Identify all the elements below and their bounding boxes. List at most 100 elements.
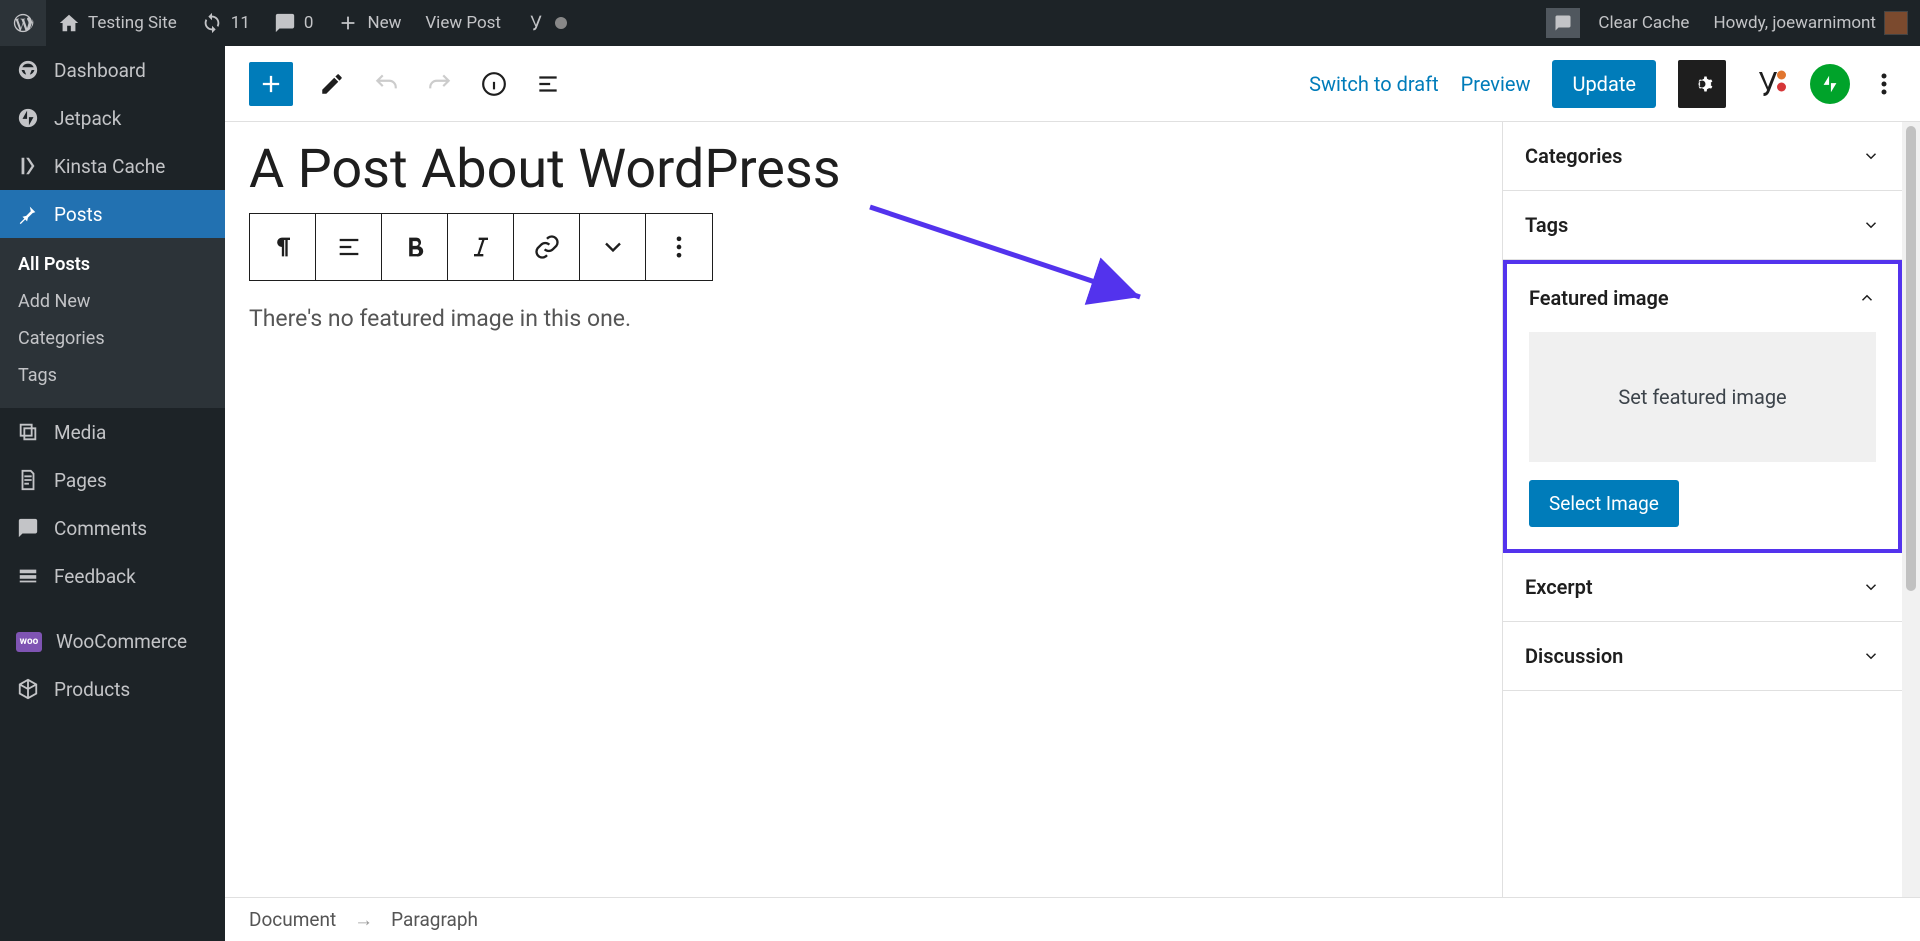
submenu-all-posts[interactable]: All Posts <box>0 246 225 283</box>
site-name-link[interactable]: Testing Site <box>46 0 189 46</box>
editor-main: Switch to draft Preview Update <box>225 46 1920 941</box>
panel-tags: Tags <box>1503 191 1902 260</box>
admin-sidebar: Dashboard Jetpack Kinsta Cache Posts All… <box>0 46 225 941</box>
outer-scrollbar[interactable] <box>1902 122 1920 897</box>
panel-title: Excerpt <box>1525 575 1593 599</box>
submenu-categories[interactable]: Categories <box>0 320 225 357</box>
howdy-label: Howdy, joewarnimont <box>1713 13 1876 33</box>
breadcrumb-arrow-icon: → <box>354 908 373 932</box>
sidebar-item-kinsta[interactable]: Kinsta Cache <box>0 142 225 190</box>
switch-draft-button[interactable]: Switch to draft <box>1309 72 1439 96</box>
yoast-icon <box>525 12 547 34</box>
breadcrumb-paragraph[interactable]: Paragraph <box>391 908 478 931</box>
panel-toggle-excerpt[interactable]: Excerpt <box>1503 553 1902 621</box>
redo-button[interactable] <box>425 69 455 99</box>
chat-icon <box>1554 14 1572 32</box>
panel-toggle-categories[interactable]: Categories <box>1503 122 1902 190</box>
jetpack-button[interactable] <box>1810 64 1850 104</box>
link-button[interactable] <box>514 214 580 280</box>
submenu-tags[interactable]: Tags <box>0 357 225 394</box>
italic-button[interactable] <box>448 214 514 280</box>
status-dot-icon <box>555 12 567 34</box>
sidebar-item-pages[interactable]: Pages <box>0 456 225 504</box>
posts-submenu: All Posts Add New Categories Tags <box>0 238 225 408</box>
panel-toggle-featured-image[interactable]: Featured image <box>1507 264 1898 332</box>
yoast-button[interactable] <box>1748 64 1788 104</box>
avatar <box>1884 11 1908 35</box>
block-toolbar <box>249 213 713 281</box>
new-label: New <box>367 13 401 33</box>
update-count: 11 <box>231 13 250 33</box>
panel-title: Discussion <box>1525 644 1623 668</box>
wp-logo[interactable] <box>0 0 46 46</box>
paragraph-block[interactable]: There's no featured image in this one. <box>249 305 1089 332</box>
wordpress-icon <box>12 12 34 34</box>
sidebar-item-jetpack[interactable]: Jetpack <box>0 94 225 142</box>
panel-title: Categories <box>1525 144 1622 168</box>
sidebar-item-comments[interactable]: Comments <box>0 504 225 552</box>
panel-featured-image: Featured image Set featured image Select… <box>1503 260 1902 553</box>
sidebar-label: Posts <box>54 203 103 226</box>
yoast-adminbar[interactable] <box>513 0 579 46</box>
sidebar-item-products[interactable]: Products <box>0 665 225 713</box>
products-icon <box>16 677 40 701</box>
editor-header: Switch to draft Preview Update <box>225 46 1920 122</box>
site-name: Testing Site <box>88 13 177 33</box>
update-button[interactable]: Update <box>1552 60 1656 108</box>
view-post-link[interactable]: View Post <box>413 0 513 46</box>
outline-button[interactable] <box>533 69 563 99</box>
editor-canvas[interactable]: A Post About WordPress There's no featur… <box>225 122 1502 897</box>
bold-button[interactable] <box>382 214 448 280</box>
clear-cache-label: Clear Cache <box>1598 13 1689 33</box>
jetpack-icon <box>16 106 40 130</box>
panel-toggle-discussion[interactable]: Discussion <box>1503 622 1902 690</box>
edit-mode-button[interactable] <box>317 69 347 99</box>
dashboard-icon <box>16 58 40 82</box>
chevron-down-icon <box>1862 647 1880 665</box>
set-featured-image-button[interactable]: Set featured image <box>1529 332 1876 462</box>
paragraph-block-button[interactable] <box>250 214 316 280</box>
sidebar-label: Feedback <box>54 565 136 588</box>
sidebar-label: Dashboard <box>54 59 146 82</box>
info-button[interactable] <box>479 69 509 99</box>
sidebar-item-dashboard[interactable]: Dashboard <box>0 46 225 94</box>
chevron-up-icon <box>1858 289 1876 307</box>
panel-title: Featured image <box>1529 286 1669 310</box>
sidebar-label: Pages <box>54 469 107 492</box>
adminbar: Testing Site 11 0 New View Post <box>0 0 1920 46</box>
updates-link[interactable]: 11 <box>189 0 262 46</box>
kinsta-icon <box>16 154 40 178</box>
undo-button[interactable] <box>371 69 401 99</box>
account-link[interactable]: Howdy, joewarnimont <box>1701 0 1920 46</box>
sidebar-item-posts[interactable]: Posts <box>0 190 225 238</box>
update-icon <box>201 12 223 34</box>
breadcrumb-document[interactable]: Document <box>249 908 336 931</box>
preview-button[interactable]: Preview <box>1461 72 1531 96</box>
plus-icon <box>337 12 359 34</box>
block-more-button[interactable] <box>646 214 712 280</box>
sidebar-label: Comments <box>54 517 147 540</box>
more-format-button[interactable] <box>580 214 646 280</box>
chevron-down-icon <box>1862 216 1880 234</box>
post-title[interactable]: A Post About WordPress <box>249 138 1089 203</box>
comments-link[interactable]: 0 <box>262 0 326 46</box>
new-content-link[interactable]: New <box>325 0 413 46</box>
submenu-add-new[interactable]: Add New <box>0 283 225 320</box>
feedback-icon <box>16 564 40 588</box>
comment-icon <box>16 516 40 540</box>
sidebar-item-media[interactable]: Media <box>0 408 225 456</box>
sidebar-item-woocommerce[interactable]: woo WooCommerce <box>0 618 225 665</box>
select-image-button[interactable]: Select Image <box>1529 480 1679 527</box>
align-button[interactable] <box>316 214 382 280</box>
clear-cache-link[interactable]: Clear Cache <box>1586 0 1701 46</box>
panel-toggle-tags[interactable]: Tags <box>1503 191 1902 259</box>
breadcrumb: Document → Paragraph <box>225 897 1920 941</box>
settings-button[interactable] <box>1678 60 1726 108</box>
sidebar-label: Jetpack <box>54 107 121 130</box>
more-options-button[interactable] <box>1872 64 1896 104</box>
add-block-button[interactable] <box>249 62 293 106</box>
sidebar-item-feedback[interactable]: Feedback <box>0 552 225 600</box>
feat-drop-label: Set featured image <box>1618 385 1786 409</box>
chevron-down-icon <box>1862 578 1880 596</box>
notification-box[interactable] <box>1546 8 1580 38</box>
